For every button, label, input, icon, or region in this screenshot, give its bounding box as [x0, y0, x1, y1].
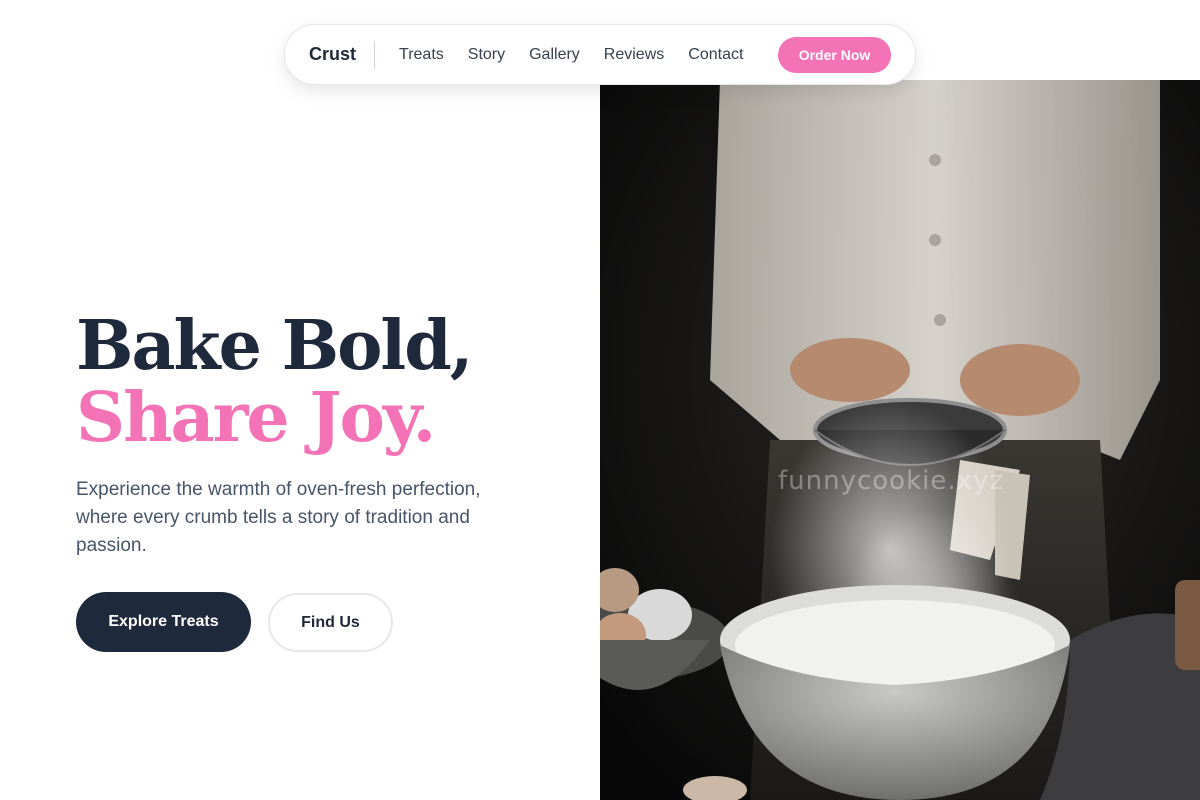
nav-link-gallery[interactable]: Gallery — [529, 46, 580, 64]
hero-baking-photo: funnycookie.xyz — [600, 80, 1200, 800]
brand-logo[interactable]: Crust — [309, 44, 356, 65]
order-now-button[interactable]: Order Now — [778, 36, 891, 73]
hero-title-line1: Bake Bold, — [76, 306, 473, 386]
hero-title-line2: Share Joy. — [76, 378, 436, 458]
explore-treats-button[interactable]: Explore Treats — [76, 592, 251, 652]
find-us-button[interactable]: Find Us — [268, 593, 393, 652]
hero-title: Bake Bold, Share Joy. — [76, 306, 473, 458]
nav-link-reviews[interactable]: Reviews — [604, 46, 664, 64]
nav-links: Treats Story Gallery Reviews Contact — [399, 46, 743, 64]
nav-link-treats[interactable]: Treats — [399, 46, 444, 64]
nav-link-story[interactable]: Story — [468, 46, 505, 64]
nav-link-contact[interactable]: Contact — [688, 46, 743, 64]
photo-watermark: funnycookie.xyz — [778, 466, 1005, 496]
brand-divider — [374, 40, 376, 69]
hero-description: Experience the warmth of oven-fresh perf… — [76, 479, 481, 556]
top-navigation: Crust Treats Story Gallery Reviews Conta… — [284, 24, 916, 85]
baking-scene-illustration — [600, 80, 1200, 800]
